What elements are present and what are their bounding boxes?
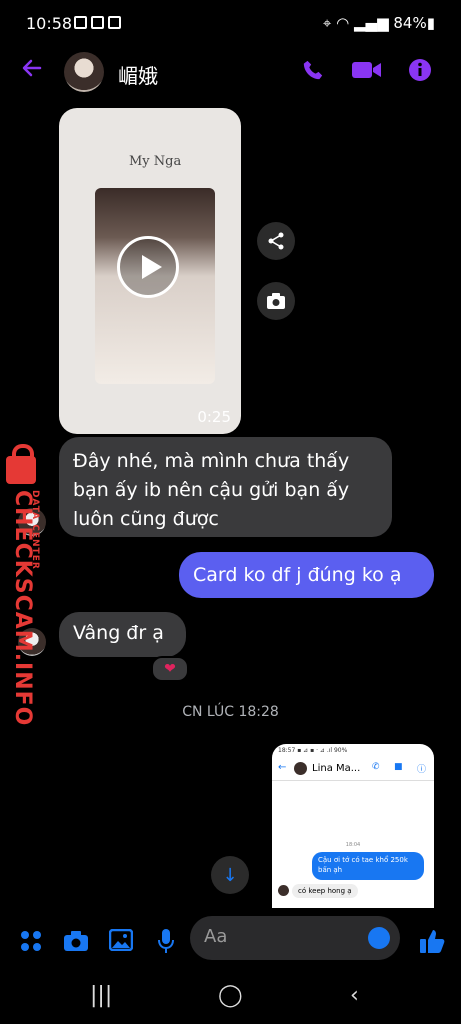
wifi-icon: ◠ — [336, 14, 350, 32]
screenshot-time: 18:04 — [345, 842, 361, 848]
screenshot-sender-avatar — [278, 885, 289, 896]
battery-icon: ▮ — [426, 14, 435, 32]
video-call-icon[interactable] — [352, 60, 382, 80]
shared-screenshot[interactable]: 18:57 ▪ ⊿ ▪ · ⊿ .ıl 90% ← Lina Ma... ✆ ■… — [272, 744, 434, 908]
screenshot-video-icon: ■ — [394, 762, 403, 772]
watermark: CHECKSCAM.INFO DATA CENTER — [4, 444, 44, 726]
menu-dots-icon[interactable] — [20, 930, 42, 952]
camera-icon[interactable] — [63, 930, 89, 952]
video-duration: 0:25 — [197, 408, 231, 426]
screenshot-status-bar: 18:57 ▪ ⊿ ▪ · ⊿ .ıl 90% — [278, 747, 348, 754]
emoji-icon[interactable] — [368, 927, 390, 949]
contact-avatar[interactable] — [64, 52, 104, 92]
status-time: 10:58 — [26, 14, 73, 33]
incoming-message[interactable]: Vâng đr ạ — [59, 612, 186, 657]
signal-icon: ▂▄▆ — [354, 14, 389, 32]
lock-icon — [6, 444, 36, 484]
incoming-message[interactable]: Đây nhé, mà mình chưa thấy bạn ấy ib nên… — [59, 437, 392, 537]
status-right: ⌖ ◠ ▂▄▆ 84%▮ — [323, 14, 435, 32]
gallery-icon[interactable] — [109, 929, 133, 951]
play-button[interactable] — [117, 236, 179, 298]
camera-icon — [267, 293, 285, 309]
home-icon[interactable]: ◯ — [218, 983, 243, 1008]
microphone-icon[interactable] — [157, 928, 175, 954]
screenshot-avatar — [294, 762, 307, 775]
arrow-down-icon: ↓ — [222, 864, 238, 886]
watermark-sub: DATA CENTER — [30, 490, 40, 570]
share-button[interactable] — [257, 222, 295, 260]
screenshot-divider — [272, 780, 434, 781]
heart-reaction-icon[interactable]: ❤ — [151, 656, 189, 682]
moon-icon — [91, 16, 104, 29]
timestamp-divider: CN LÚC 18:28 — [182, 704, 279, 720]
message-input[interactable]: Aa — [190, 916, 400, 960]
recent-apps-icon[interactable]: ||| — [90, 983, 112, 1008]
screenshot-incoming: có keep hong ạ — [292, 884, 358, 898]
screenshot-outgoing: Cậu ơi tớ có tae khổ 250k bấn ạh — [312, 852, 424, 880]
screenshot-info-icon: ⓘ — [417, 765, 427, 775]
share-icon — [268, 232, 284, 250]
screenshot-contact: Lina Ma... — [312, 763, 361, 774]
screenshot-phone-icon: ✆ — [372, 762, 380, 772]
back-arrow-icon[interactable] — [20, 56, 44, 80]
back-nav-icon[interactable]: ‹ — [350, 983, 359, 1008]
app-icon — [108, 16, 121, 29]
screenshot-back-icon: ← — [278, 762, 287, 773]
outgoing-message[interactable]: Card ko df j đúng ko ạ — [179, 552, 434, 598]
like-thumb-icon[interactable] — [419, 928, 445, 954]
scroll-down-button[interactable]: ↓ — [211, 856, 249, 894]
contact-name[interactable]: 嵋娥 — [118, 60, 158, 89]
video-card-text: My Nga — [129, 154, 182, 169]
phone-call-icon[interactable] — [302, 58, 324, 82]
notification-icons — [74, 15, 125, 33]
battery-level: 84% — [393, 14, 427, 32]
camera-save-button[interactable] — [257, 282, 295, 320]
message-placeholder: Aa — [204, 926, 228, 947]
info-icon[interactable] — [408, 58, 432, 82]
system-nav-bar: ||| ◯ ‹ — [0, 975, 461, 1024]
status-bar: 10:58 ⌖ ◠ ▂▄▆ 84%▮ — [0, 0, 461, 46]
gallery-icon — [74, 16, 87, 29]
video-message[interactable]: My Nga 0:25 — [59, 108, 241, 434]
location-icon: ⌖ — [322, 14, 332, 32]
